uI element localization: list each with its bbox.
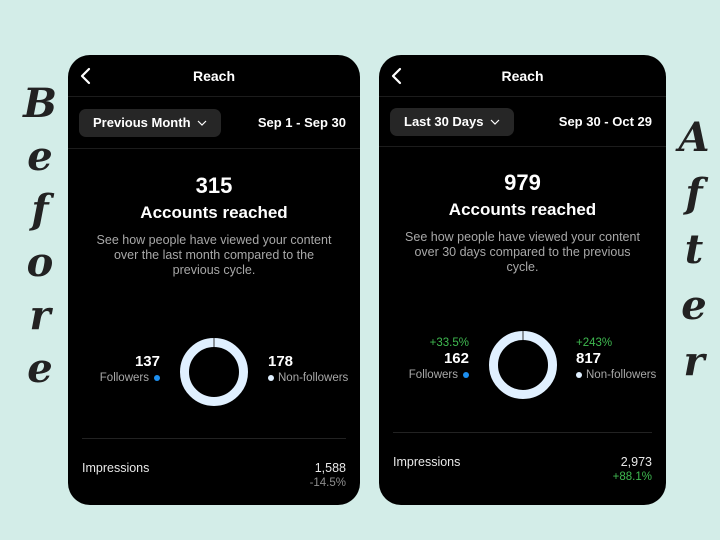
impressions-value: 1,588 [314, 461, 346, 475]
chevron-down-icon [197, 120, 206, 126]
impressions-value: 2,973 [620, 455, 652, 469]
non-followers-label: Non-followers [586, 369, 657, 381]
followers-stat: 137 Followers [100, 353, 160, 385]
nav-bar: Reach [68, 55, 360, 97]
side-label-letter: e [27, 345, 53, 392]
period-dropdown-label: Last 30 Days [404, 114, 484, 129]
impressions-change: -14.5% [309, 477, 346, 489]
impressions-row[interactable]: Impressions 1,588 -14.5% [82, 461, 346, 490]
non-followers-stat: 178 Non-followers [268, 353, 348, 385]
side-label-letter: t [684, 226, 704, 273]
accounts-reached-label: Accounts reached [140, 203, 288, 222]
side-label-letter: f [685, 170, 703, 217]
impressions-change: +88.1% [612, 471, 652, 483]
donut-ring [180, 338, 248, 406]
date-range: Sep 1 - Sep 30 [257, 115, 346, 130]
non-followers-count: 178 [268, 353, 294, 370]
followers-count: 162 [443, 350, 469, 367]
filter-row: Previous Month Sep 1 - Sep 30 [68, 97, 360, 149]
side-label-letter: B [23, 80, 57, 127]
audience-breakdown: +33.5% 162 Followers +243% 817 Non-follo… [379, 330, 666, 400]
followers-count: 137 [134, 353, 160, 370]
before-label: Before [18, 84, 62, 391]
followers-dot-icon [154, 375, 160, 381]
side-label-letter: e [681, 282, 707, 329]
after-screen: Reach Last 30 Days Sep 30 - Oct 29 979 A… [379, 55, 666, 505]
period-dropdown[interactable]: Previous Month [79, 108, 221, 137]
divider [393, 432, 652, 433]
donut-ring [489, 331, 557, 399]
divider [82, 438, 346, 439]
followers-label: Followers [99, 372, 149, 384]
non-followers-label: Non-followers [278, 372, 349, 384]
side-label-letter: r [29, 292, 51, 339]
period-dropdown[interactable]: Last 30 Days [390, 107, 514, 136]
back-chevron-icon[interactable] [78, 67, 94, 85]
non-followers-stat: +243% 817 Non-followers [576, 336, 656, 382]
accounts-reached-count: 979 [504, 170, 541, 195]
date-range: Sep 30 - Oct 29 [558, 114, 652, 129]
back-chevron-icon[interactable] [389, 67, 405, 85]
side-label-letter: r [683, 338, 705, 385]
accounts-reached-count: 315 [195, 173, 233, 198]
followers-change: +33.5% [429, 337, 469, 349]
reach-summary: 979 Accounts reached See how people have… [379, 147, 666, 275]
page-title: Reach [501, 67, 544, 84]
followers-label: Followers [408, 369, 458, 381]
side-label-letter: o [26, 239, 54, 286]
description: See how people have viewed your content … [405, 230, 640, 274]
description: See how people have viewed your content … [96, 233, 332, 277]
followers-stat: +33.5% 162 Followers [409, 336, 469, 382]
non-followers-count: 817 [576, 350, 602, 367]
impressions-label: Impressions [82, 461, 150, 475]
after-label: After [672, 118, 716, 384]
side-label-letter: e [27, 133, 53, 180]
followers-dot-icon [463, 372, 469, 378]
non-followers-dot-icon [268, 375, 274, 381]
audience-donut-chart [180, 338, 248, 406]
impressions-label: Impressions [393, 455, 461, 469]
filter-row: Last 30 Days Sep 30 - Oct 29 [379, 97, 666, 147]
non-followers-change: +243% [576, 337, 613, 349]
chevron-down-icon [490, 119, 499, 125]
audience-donut-chart [489, 331, 557, 399]
impressions-row[interactable]: Impressions 2,973 +88.1% [393, 455, 652, 484]
side-label-letter: f [31, 186, 49, 233]
non-followers-dot-icon [576, 372, 582, 378]
nav-bar: Reach [379, 55, 666, 97]
accounts-reached-label: Accounts reached [448, 200, 597, 219]
page-title: Reach [192, 67, 236, 84]
audience-breakdown: 137 Followers 178 Non-followers [68, 337, 360, 407]
reach-summary: 315 Accounts reached See how people have… [68, 149, 360, 278]
period-dropdown-label: Previous Month [93, 115, 191, 130]
before-screen: Reach Previous Month Sep 1 - Sep 30 315 … [68, 55, 360, 505]
side-label-letter: A [678, 114, 710, 161]
